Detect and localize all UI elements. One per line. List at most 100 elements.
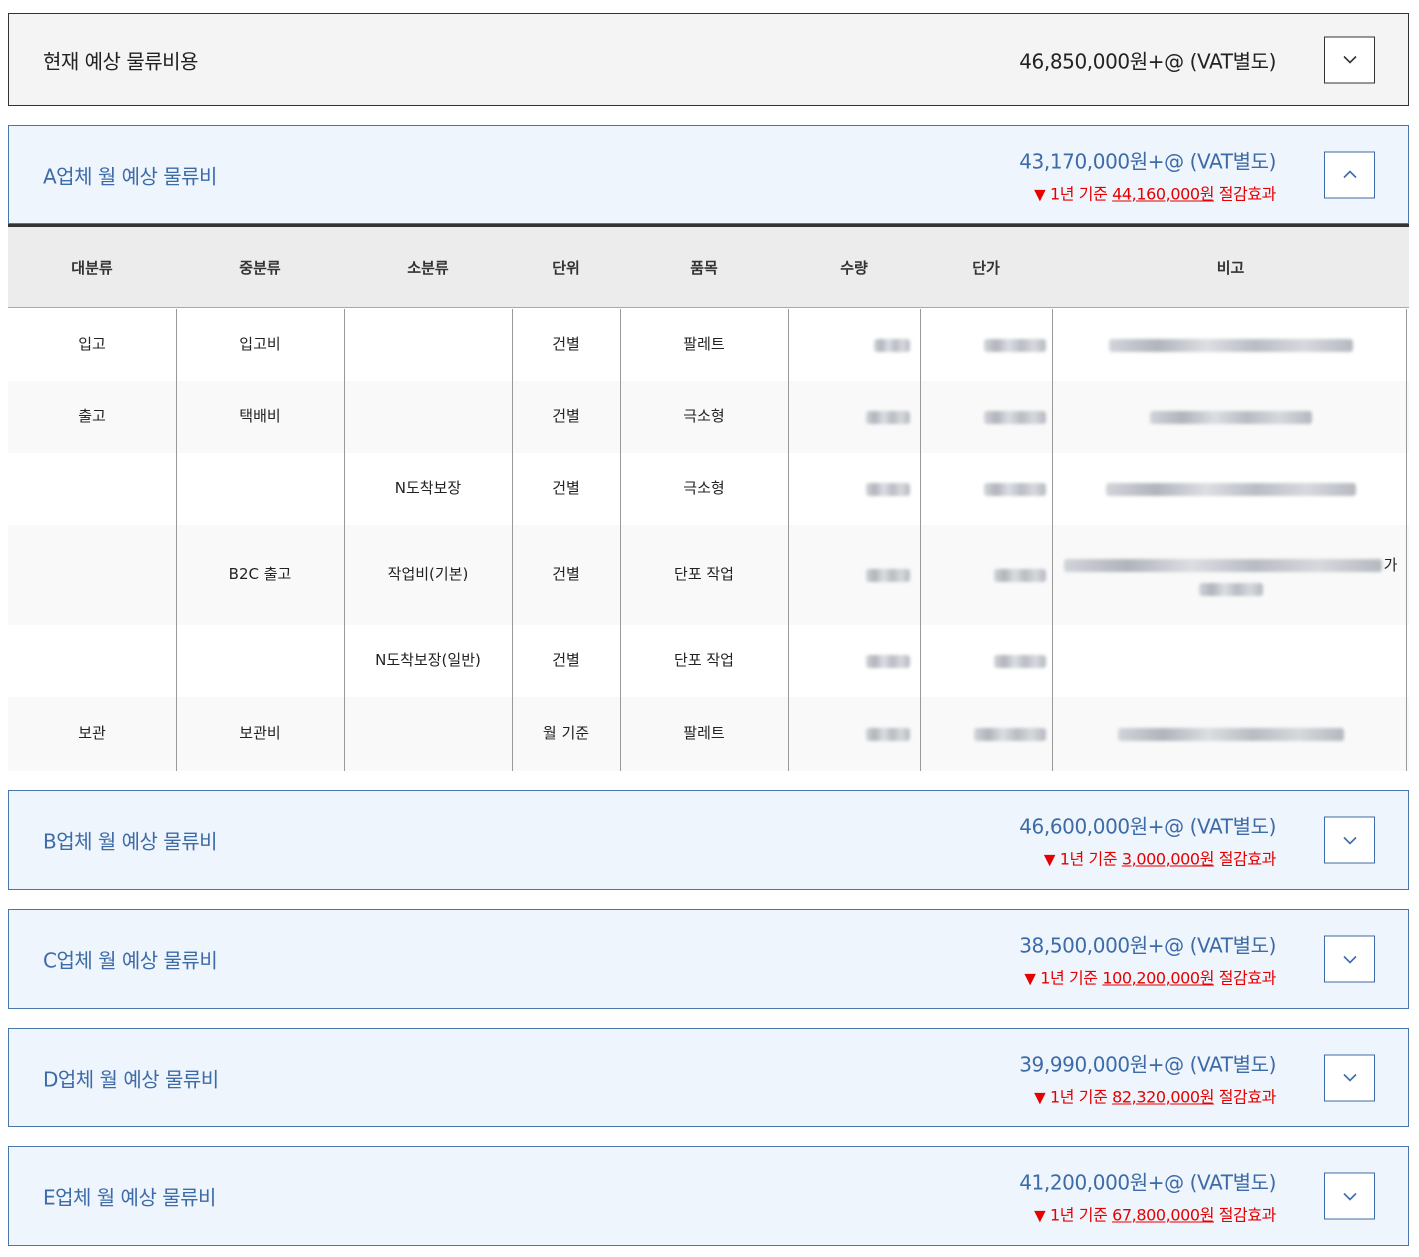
vendor-e-saving: ▼ 1년 기준 67,800,000원 절감효과 <box>1019 1202 1276 1226</box>
vendor-b-toggle-button[interactable] <box>1324 816 1375 864</box>
cell-item: 팔레트 <box>683 335 725 354</box>
table-row: 입고 입고비 건별 팔레트 <box>8 309 1409 381</box>
cell-qty-redacted <box>788 453 920 525</box>
chevron-up-icon <box>1342 170 1357 179</box>
vendor-c-saving: ▼ 1년 기준 100,200,000원 절감효과 <box>1019 965 1276 989</box>
cell-price-redacted <box>920 381 1052 453</box>
vendor-e-summary: 41,200,000원+@ (VAT별도) ▼ 1년 기준 67,800,000… <box>1019 1167 1276 1226</box>
cell-price-redacted <box>920 453 1052 525</box>
cell-item: 단포 작업 <box>674 565 734 584</box>
vendor-d-toggle-button[interactable] <box>1324 1054 1375 1101</box>
saving-suffix: 절감효과 <box>1214 1087 1277 1106</box>
saving-value: 67,800,000원 <box>1112 1205 1215 1225</box>
vendor-a-summary: 43,170,000원+@ (VAT별도) ▼ 1년 기준 44,160,000… <box>1019 145 1276 204</box>
cell-qty-redacted <box>788 697 920 771</box>
cell-note-redacted <box>1052 453 1409 525</box>
vendor-b-summary: 46,600,000원+@ (VAT별도) ▼ 1년 기준 3,000,000원… <box>1019 811 1276 870</box>
cell-middle: 입고비 <box>239 335 281 354</box>
cell-note-redacted <box>1052 309 1409 381</box>
table-row: 출고 택배비 건별 극소형 <box>8 381 1409 453</box>
saving-suffix: 절감효과 <box>1214 1205 1277 1225</box>
saving-prefix: 1년 기준 <box>1049 184 1113 203</box>
cell-middle <box>176 453 344 525</box>
cell-middle <box>176 625 344 697</box>
note-tail: 가 <box>1383 555 1398 574</box>
saving-value: 82,320,000원 <box>1112 1087 1215 1106</box>
vendor-a-title: A업체 월 예상 물류비 <box>43 164 217 188</box>
saving-value: 44,160,000원 <box>1112 184 1215 203</box>
table-row: N도착보장 건별 극소형 <box>8 453 1409 525</box>
vendor-c-title: C업체 월 예상 물류비 <box>43 948 218 973</box>
cell-note-redacted <box>1052 381 1409 453</box>
cell-major <box>8 453 176 525</box>
vendor-c-amount: 38,500,000원+@ (VAT별도) <box>1019 933 1276 958</box>
vendor-b-saving: ▼ 1년 기준 3,000,000원 절감효과 <box>1019 846 1276 870</box>
vendor-b-title: B업체 월 예상 물류비 <box>43 829 218 854</box>
vendor-a-panel: A업체 월 예상 물류비 43,170,000원+@ (VAT별도) ▼ 1년 … <box>8 125 1409 224</box>
vendor-d-title: D업체 월 예상 물류비 <box>43 1067 219 1091</box>
vendor-e-panel: E업체 월 예상 물류비 41,200,000원+@ (VAT별도) ▼ 1년 … <box>8 1146 1409 1246</box>
cell-item: 극소형 <box>683 479 725 498</box>
chevron-down-icon <box>1342 1192 1357 1201</box>
current-cost-panel: 현재 예상 물류비용 46,850,000원+@ (VAT별도) <box>8 13 1409 106</box>
cell-note-redacted: 가 <box>1052 525 1409 625</box>
cell-price-redacted <box>920 309 1052 381</box>
column-divider <box>344 309 345 771</box>
cell-price-redacted <box>920 697 1052 771</box>
saving-prefix: 1년 기준 <box>1049 1087 1113 1106</box>
saving-suffix: 절감효과 <box>1214 968 1277 988</box>
header-unit: 단위 <box>552 259 580 277</box>
vendor-c-summary: 38,500,000원+@ (VAT별도) ▼ 1년 기준 100,200,00… <box>1019 930 1276 989</box>
vendor-e-toggle-button[interactable] <box>1324 1172 1375 1220</box>
cell-minor <box>344 309 512 381</box>
chevron-down-icon <box>1342 836 1357 845</box>
cell-qty-redacted <box>788 525 920 625</box>
triangle-down-icon: ▼ <box>1024 969 1036 988</box>
column-divider <box>620 309 621 771</box>
vendor-d-summary: 39,990,000원+@ (VAT별도) ▼ 1년 기준 82,320,000… <box>1019 1048 1276 1107</box>
cell-unit: 건별 <box>552 335 580 354</box>
header-minor: 소분류 <box>407 259 449 277</box>
current-cost-amount: 46,850,000원+@ (VAT별도) <box>1019 49 1276 73</box>
triangle-down-icon: ▼ <box>1043 850 1056 869</box>
vendor-e-amount: 41,200,000원+@ (VAT별도) <box>1019 1170 1276 1195</box>
header-middle: 중분류 <box>239 259 281 277</box>
vendor-b-panel: B업체 월 예상 물류비 46,600,000원+@ (VAT별도) ▼ 1년 … <box>8 790 1409 890</box>
vendor-d-panel: D업체 월 예상 물류비 39,990,000원+@ (VAT별도) ▼ 1년 … <box>8 1028 1409 1127</box>
header-price: 단가 <box>972 259 1000 277</box>
vendor-e-title: E업체 월 예상 물류비 <box>43 1185 216 1210</box>
cell-qty-redacted <box>788 309 920 381</box>
vendor-d-saving: ▼ 1년 기준 82,320,000원 절감효과 <box>1019 1083 1276 1107</box>
cell-item: 극소형 <box>683 407 725 426</box>
cell-minor <box>344 381 512 453</box>
vendor-a-saving: ▼ 1년 기준 44,160,000원 절감효과 <box>1019 180 1276 204</box>
cell-middle: 보관비 <box>239 724 281 743</box>
table-row: B2C 출고 작업비(기본) 건별 단포 작업 가 <box>8 525 1409 625</box>
vendor-c-panel: C업체 월 예상 물류비 38,500,000원+@ (VAT별도) ▼ 1년 … <box>8 909 1409 1009</box>
vendor-d-amount: 39,990,000원+@ (VAT별도) <box>1019 1052 1276 1076</box>
cell-minor: 작업비(기본) <box>387 565 469 584</box>
current-cost-toggle-button[interactable] <box>1324 36 1375 83</box>
cell-qty-redacted <box>788 381 920 453</box>
cell-note-redacted <box>1052 697 1409 771</box>
current-cost-summary: 46,850,000원+@ (VAT별도) <box>1019 45 1276 74</box>
header-item: 품목 <box>690 259 718 277</box>
cell-item: 팔레트 <box>683 724 725 743</box>
column-divider <box>788 309 789 771</box>
saving-value: 100,200,000원 <box>1102 968 1215 988</box>
vendor-b-amount: 46,600,000원+@ (VAT별도) <box>1019 814 1276 839</box>
saving-suffix: 절감효과 <box>1214 184 1277 203</box>
cell-item: 단포 작업 <box>674 651 734 670</box>
cell-minor <box>344 697 512 771</box>
triangle-down-icon: ▼ <box>1034 1206 1046 1225</box>
cell-qty-redacted <box>788 625 920 697</box>
saving-value: 3,000,000원 <box>1121 849 1215 869</box>
vendor-a-detail-table: 대분류 중분류 소분류 단위 품목 수량 단가 비고 입고 입고비 건별 팔레트… <box>8 224 1409 771</box>
table-row: 보관 보관비 월 기준 팔레트 <box>8 697 1409 771</box>
column-divider <box>1052 309 1053 771</box>
vendor-a-toggle-button[interactable] <box>1324 151 1375 198</box>
column-divider <box>920 309 921 771</box>
vendor-c-toggle-button[interactable] <box>1324 935 1375 983</box>
chevron-down-icon <box>1342 955 1357 964</box>
triangle-down-icon: ▼ <box>1034 1088 1046 1106</box>
